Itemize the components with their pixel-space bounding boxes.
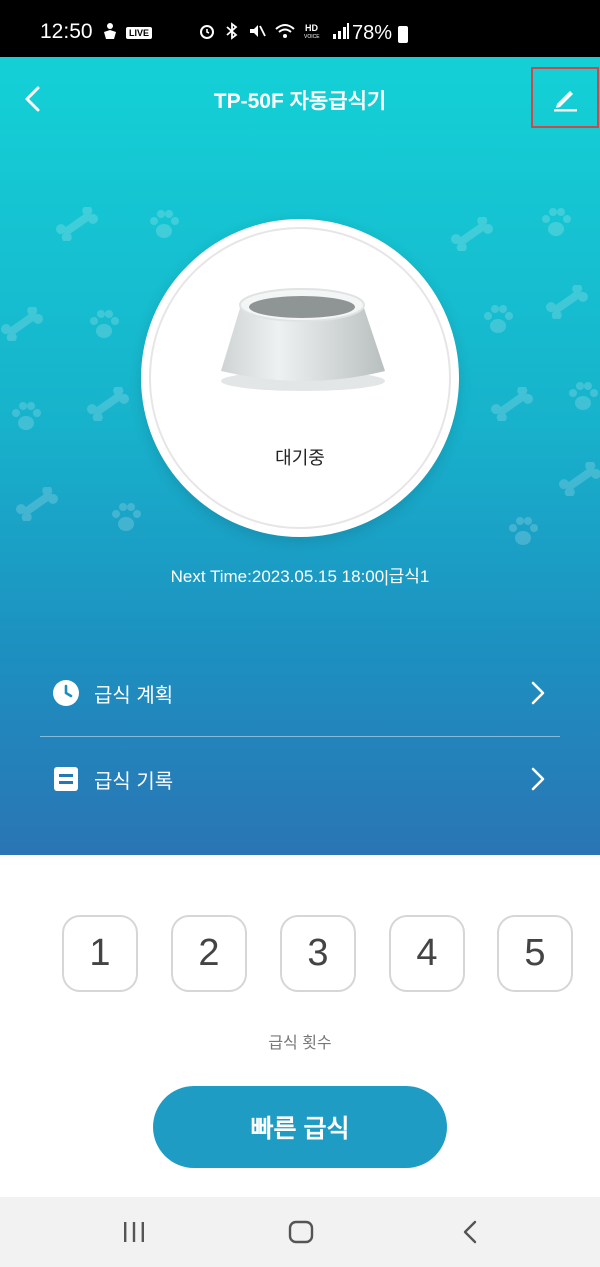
accessibility-icon [104, 23, 116, 39]
paw-decoration-icon [90, 310, 119, 338]
feeder-status-circle: 대기중 [141, 219, 459, 537]
pencil-icon [554, 90, 577, 111]
bone-decoration-icon [451, 217, 493, 251]
status-time: 12:50 [40, 20, 93, 43]
battery-icon [398, 26, 408, 43]
menu-label: 급식 계획 [94, 684, 174, 707]
home-button[interactable] [281, 1215, 321, 1249]
paw-decoration-icon [150, 210, 179, 238]
next-feeding-time: Next Time:2023.05.15 18:00|급식1 [170, 567, 430, 586]
bluetooth-icon [226, 22, 238, 40]
paw-decoration-icon [484, 305, 513, 333]
menu-label: 급식 기록 [94, 770, 174, 793]
feed-count-option-1[interactable]: 1 [62, 915, 138, 992]
bone-decoration-icon [546, 285, 588, 319]
feed-count-option-2[interactable]: 2 [171, 915, 247, 992]
paw-decoration-icon [509, 517, 538, 545]
alarm-icon [200, 25, 214, 39]
live-badge: LIVE [126, 27, 153, 39]
bowl-icon [221, 288, 385, 391]
clock-icon [52, 679, 80, 707]
system-nav-bar [0, 1197, 600, 1267]
feed-count-selector: 1 2 3 4 5 [0, 915, 600, 995]
mute-icon [250, 25, 266, 37]
chevron-right-icon [531, 767, 545, 791]
recent-apps-icon [124, 1222, 144, 1242]
feed-count-option-5[interactable]: 5 [497, 915, 573, 992]
edit-button[interactable] [531, 67, 599, 128]
feed-count-label: 급식 횟수 [268, 1035, 332, 1052]
bone-decoration-icon [16, 487, 58, 521]
battery-percent: 78% [352, 22, 393, 44]
bone-decoration-icon [559, 462, 600, 496]
app-header: TP-50F 자동급식기 [0, 57, 600, 141]
bone-decoration-icon [56, 207, 98, 241]
menu-divider [40, 736, 560, 737]
paw-decoration-icon [112, 503, 141, 531]
menu-feeding-history[interactable]: 급식 기록 [40, 739, 560, 819]
bone-decoration-icon [1, 307, 43, 341]
recent-apps-button[interactable] [114, 1215, 154, 1249]
paw-decoration-icon [12, 402, 41, 430]
chevron-right-icon [531, 681, 545, 705]
back-nav-icon [463, 1220, 477, 1244]
bone-decoration-icon [491, 387, 533, 421]
feed-count-option-4[interactable]: 4 [389, 915, 465, 992]
menu-feeding-schedule[interactable]: 급식 계획 [40, 653, 560, 733]
quick-feed-button[interactable]: 빠른 급식 [153, 1086, 447, 1168]
list-icon [52, 765, 80, 793]
back-nav-button[interactable] [450, 1215, 490, 1249]
paw-decoration-icon [542, 208, 571, 236]
signal-icon [333, 23, 349, 39]
svg-text:HD: HD [305, 23, 318, 33]
home-icon [288, 1220, 314, 1244]
svg-text:VOICE: VOICE [304, 34, 320, 40]
hd-voice-icon: HD VOICE [304, 23, 320, 40]
feed-count-option-3[interactable]: 3 [280, 915, 356, 992]
status-icons: HD VOICE [198, 22, 350, 40]
paw-decoration-icon [569, 382, 598, 410]
bone-decoration-icon [87, 387, 129, 421]
feeder-status-text: 대기중 [275, 448, 325, 468]
wifi-icon [275, 24, 295, 38]
page-title: TP-50F 자동급식기 [213, 90, 387, 113]
device-panel: TP-50F 자동급식기 대기중 Next Time:2023.05.15 18… [0, 57, 600, 855]
status-bar: 12:50 LIVE HD VOICE 78% [0, 0, 600, 57]
